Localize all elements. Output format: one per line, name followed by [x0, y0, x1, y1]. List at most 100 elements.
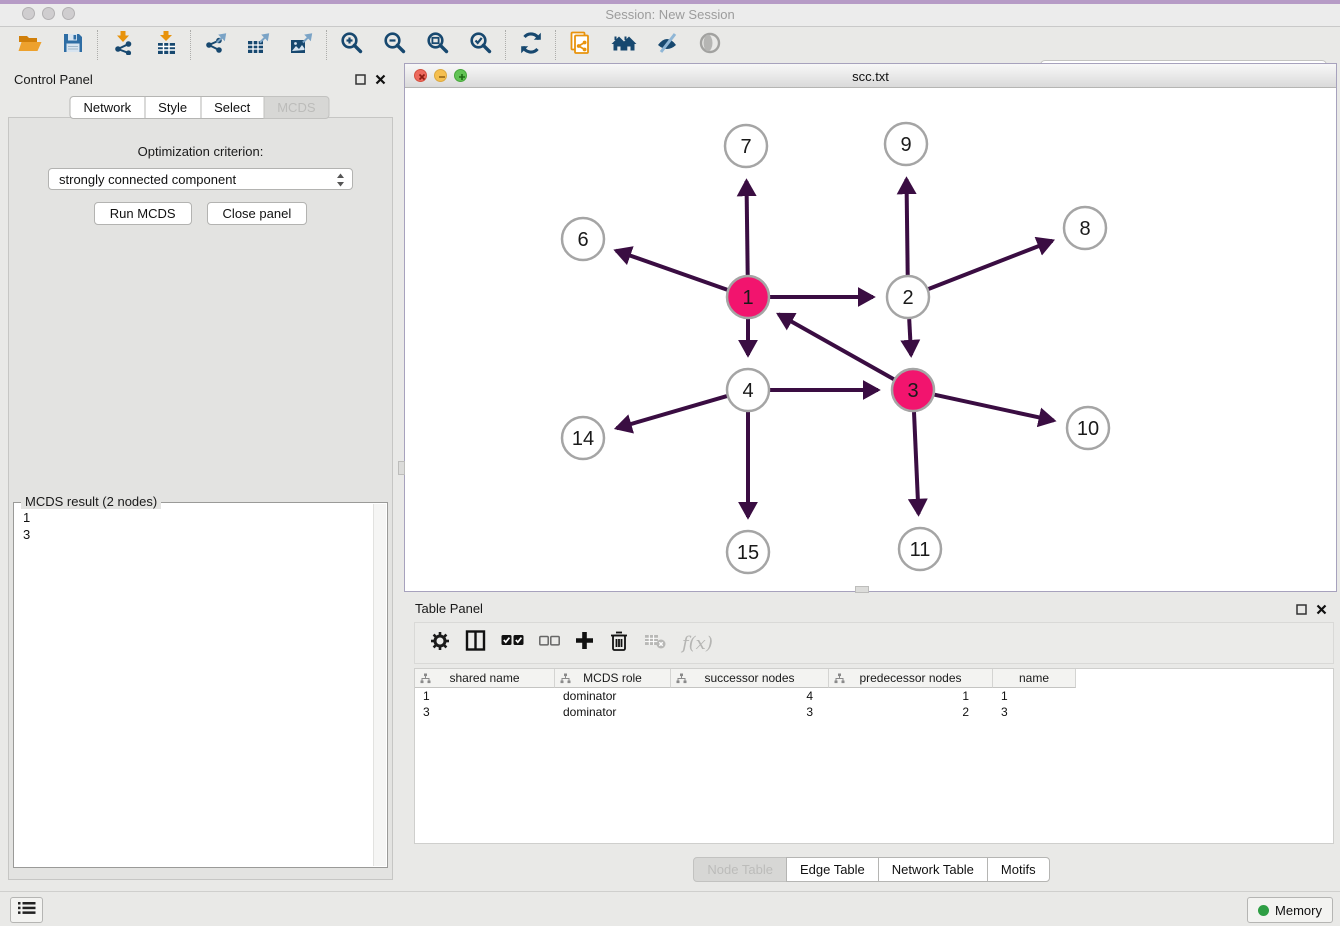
column-header-shared-name[interactable]: shared name — [415, 669, 555, 688]
node-table[interactable]: shared name MCDS rolesuccessor nodesprede… — [414, 668, 1334, 844]
close-panel-button[interactable]: Close panel — [207, 202, 308, 225]
svg-text:7: 7 — [740, 136, 751, 158]
home-button[interactable] — [602, 29, 645, 61]
select-all-button[interactable] — [501, 634, 524, 652]
refresh-view-button[interactable] — [509, 29, 552, 61]
zoom-in-button[interactable] — [330, 29, 373, 61]
graph-node-7[interactable]: 7 — [725, 125, 767, 167]
toolbar-separator — [505, 30, 506, 60]
status-bar: Memory — [0, 891, 1340, 926]
svg-text:14: 14 — [572, 428, 594, 450]
table-cell[interactable]: 3 — [415, 704, 555, 720]
open-file-button[interactable] — [8, 29, 51, 61]
table-cell[interactable]: 3 — [671, 704, 829, 720]
hierarchy-icon — [676, 673, 687, 687]
graph-node-6[interactable]: 6 — [562, 218, 604, 260]
zoom-selected-button[interactable] — [459, 29, 502, 61]
table-tab-motifs[interactable]: Motifs — [987, 857, 1050, 882]
tab-mcds[interactable]: MCDS — [263, 96, 329, 119]
graph-node-14[interactable]: 14 — [562, 417, 604, 459]
table-options-button[interactable] — [430, 631, 450, 656]
add-row-button[interactable] — [575, 631, 594, 655]
column-header-successor-nodes[interactable]: successor nodes — [671, 669, 829, 688]
import-table-button[interactable] — [144, 29, 187, 61]
graph-node-9[interactable]: 9 — [885, 123, 927, 165]
float-panel-icon[interactable] — [355, 72, 366, 90]
graph-node-1[interactable]: 1 — [727, 276, 769, 318]
function-builder-button[interactable]: f(x) — [682, 633, 713, 654]
table-tab-edge-table[interactable]: Edge Table — [786, 857, 879, 882]
table-cell[interactable]: 1 — [993, 688, 1076, 704]
graph-node-10[interactable]: 10 — [1067, 407, 1109, 449]
graph-node-2[interactable]: 2 — [887, 276, 929, 318]
graph-edge-2-9[interactable] — [907, 179, 908, 275]
memory-button-label: Memory — [1275, 903, 1322, 918]
run-mcds-button[interactable]: Run MCDS — [94, 202, 192, 225]
memory-button[interactable]: Memory — [1247, 897, 1333, 923]
close-panel-icon[interactable] — [1316, 602, 1327, 620]
table-cell[interactable]: 2 — [829, 704, 993, 720]
column-header-predecessor-nodes[interactable]: predecessor nodes — [829, 669, 993, 688]
graph-edge-3-10[interactable] — [935, 395, 1054, 421]
graph-node-8[interactable]: 8 — [1064, 207, 1106, 249]
graph-edge-2-3[interactable] — [909, 319, 911, 355]
svg-text:1: 1 — [742, 287, 753, 309]
graph-node-11[interactable]: 11 — [899, 528, 941, 570]
show-graphics-details-button[interactable] — [688, 29, 731, 61]
column-header-name[interactable]: name — [993, 669, 1076, 688]
graph-edge-3-11[interactable] — [914, 412, 919, 514]
hide-graphics-details-button[interactable] — [645, 29, 688, 61]
table-cell[interactable]: 4 — [671, 688, 829, 704]
mcds-result-lines[interactable]: 13 — [14, 503, 387, 543]
table-tab-node-table[interactable]: Node Table — [693, 857, 787, 882]
export-image-icon — [289, 31, 315, 60]
float-panel-icon[interactable] — [1296, 602, 1307, 620]
svg-text:10: 10 — [1077, 418, 1099, 440]
table-cell[interactable]: 3 — [993, 704, 1076, 720]
columns-icon — [465, 630, 486, 656]
graph-edge-4-14[interactable] — [617, 396, 727, 428]
mcds-result-line: 3 — [23, 526, 387, 543]
table-cell[interactable]: 1 — [415, 688, 555, 704]
import-network-button[interactable] — [101, 29, 144, 61]
tab-style[interactable]: Style — [144, 96, 201, 119]
tab-network[interactable]: Network — [69, 96, 145, 119]
graph-node-4[interactable]: 4 — [727, 369, 769, 411]
ui-panels-menu-button[interactable] — [10, 897, 43, 923]
optimization-criterion-select[interactable]: strongly connected component — [48, 168, 353, 190]
zoom-fit-icon — [426, 31, 449, 59]
graph-node-3[interactable]: 3 — [892, 369, 934, 411]
column-header-label: shared name — [449, 671, 519, 685]
deselect-all-button[interactable] — [539, 634, 560, 652]
export-table-icon — [246, 31, 272, 60]
table-row[interactable]: 3dominator323 — [415, 704, 1333, 720]
table-cell[interactable]: dominator — [555, 688, 671, 704]
delete-table-button[interactable] — [644, 632, 667, 655]
tab-select[interactable]: Select — [200, 96, 264, 119]
export-network-button[interactable] — [194, 29, 237, 61]
clone-network-button[interactable] — [559, 29, 602, 61]
graph-edge-3-1[interactable] — [779, 314, 894, 379]
graph-edge-1-7[interactable] — [747, 181, 748, 275]
table-cell[interactable]: dominator — [555, 704, 671, 720]
graph-edge-1-6[interactable] — [616, 251, 727, 290]
export-table-button[interactable] — [237, 29, 280, 61]
save-session-button[interactable] — [51, 29, 94, 61]
splitter-grip-vertical[interactable] — [398, 461, 405, 475]
table-tab-network-table[interactable]: Network Table — [878, 857, 988, 882]
window-titlebar: Session: New Session — [0, 0, 1340, 27]
zoom-fit-button[interactable] — [416, 29, 459, 61]
table-row[interactable]: 1dominator411 — [415, 688, 1333, 704]
show-columns-button[interactable] — [465, 630, 486, 656]
splitter-grip-horizontal[interactable] — [855, 586, 869, 593]
zoom-out-button[interactable] — [373, 29, 416, 61]
delete-row-button[interactable] — [609, 630, 629, 657]
table-cell[interactable]: 1 — [829, 688, 993, 704]
graph-node-15[interactable]: 15 — [727, 531, 769, 573]
network-canvas[interactable]: 1 2 3 4 6 7 8 9 10 11 14 15 — [405, 88, 1336, 591]
close-panel-icon[interactable] — [375, 72, 386, 90]
graph-edge-2-8[interactable] — [929, 241, 1053, 289]
column-header-mcds-role[interactable]: MCDS role — [555, 669, 671, 688]
mcds-result-scrollbar[interactable] — [373, 504, 386, 866]
export-image-button[interactable] — [280, 29, 323, 61]
